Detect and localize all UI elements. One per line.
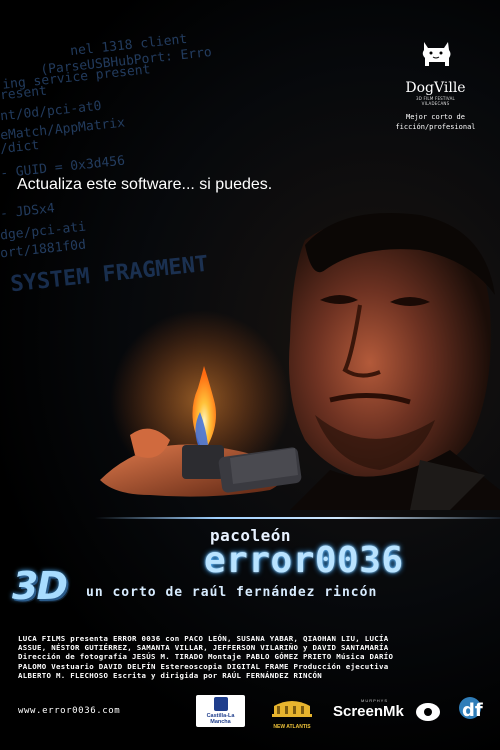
- festival-badge: DogVille 3D FILM FESTIVAL VILADECANS Mej…: [378, 36, 493, 132]
- shield-icon: [213, 697, 228, 711]
- festival-location: VILADECANS: [421, 101, 450, 106]
- df-mark-icon: df: [459, 697, 483, 721]
- film-subtitle: un corto de raúl fernández rincón: [86, 585, 378, 600]
- bulldog-icon: [422, 42, 450, 66]
- eye-icon: [416, 703, 440, 721]
- poster: nel 1318 client (ParseUSBHubPort: Erro i…: [0, 0, 500, 750]
- df-logo: df: [458, 694, 494, 728]
- credits-line: PALOMO Vestuario DAVID DELFÍN Estereosco…: [18, 661, 389, 671]
- castilla-la-mancha-logo: Castilla-La Mancha: [196, 695, 245, 727]
- new-atlantis-label: NEW ATLANTIS: [273, 724, 311, 730]
- code-line: - JDSx4: [0, 201, 56, 222]
- castilla-la-mancha-label: Castilla-La Mancha: [206, 713, 235, 725]
- credits-line: ALBERTO M. FLECHOSO Escrita y dirigida p…: [18, 670, 322, 680]
- code-line: /dict: [0, 137, 40, 158]
- screenmk-label: ScreenMk: [333, 703, 404, 720]
- festival-award: Mejor corto de ficción/profesional: [378, 112, 493, 132]
- award-line: Mejor corto de: [405, 113, 465, 121]
- festival-name: DogVille: [405, 80, 466, 96]
- credits-block: LUCA FILMS presenta ERROR 0036 con PACO …: [18, 634, 498, 680]
- divider-line: [95, 517, 500, 519]
- new-atlantis-logo: NEW ATLANTIS: [268, 694, 316, 730]
- website-url: www.error0036.com: [18, 706, 121, 716]
- credits-line: Dirección de fotografía JESÚS M. TIRADO …: [18, 652, 394, 662]
- credits-line: LUCA FILMS presenta ERROR 0036 con PACO …: [18, 634, 389, 643]
- temple-icon: [272, 701, 312, 717]
- credits-line: ASSUE, NÉSTOR GUTIÉRREZ, SAMANTA VILLAR,…: [18, 643, 389, 653]
- df-text: df: [462, 700, 483, 721]
- screenmk-logo: MURPHYS ScreenMk: [333, 698, 443, 726]
- film-title: error0036: [204, 540, 404, 581]
- 3d-badge: 3D: [12, 564, 68, 608]
- award-line: ficción/profesional: [395, 123, 476, 131]
- man-with-lighter-illustration: [100, 213, 500, 510]
